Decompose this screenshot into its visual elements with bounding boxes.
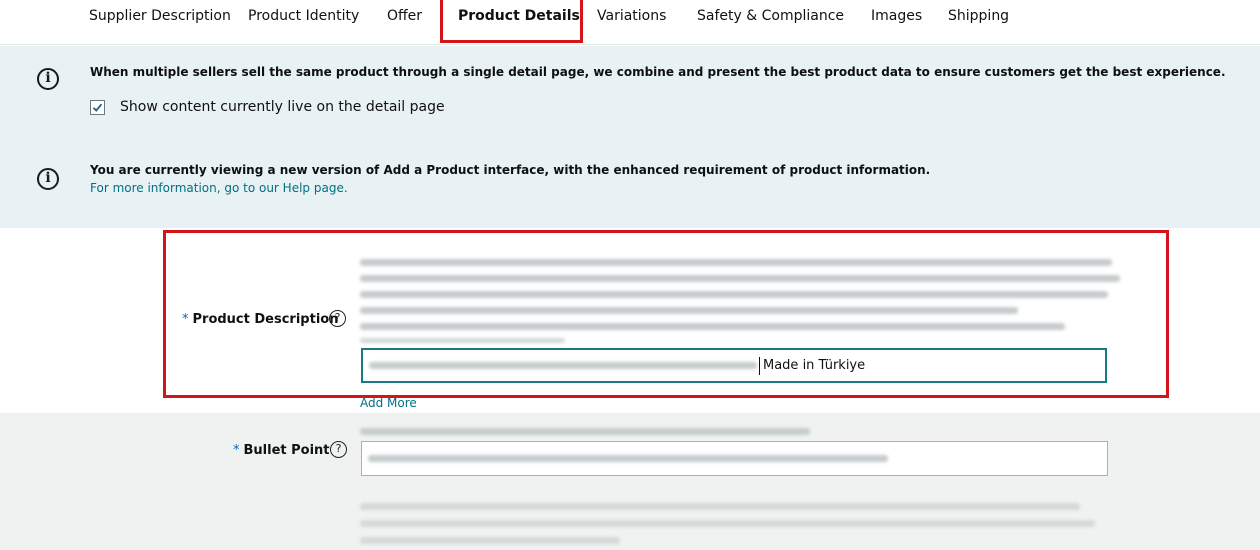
- bullet-point-label-text: Bullet Point: [243, 443, 330, 458]
- new-version-message: You are currently viewing a new version …: [90, 163, 931, 177]
- question-circle-icon[interactable]: ?: [330, 441, 347, 458]
- checkmark-icon: [92, 103, 103, 112]
- required-marker: *: [233, 443, 240, 458]
- tab-variations[interactable]: Variations: [597, 8, 666, 24]
- active-tab-highlight-box: [440, 0, 583, 43]
- tab-product-identity[interactable]: Product Identity: [248, 8, 359, 24]
- tab-bar: Supplier Description Product Identity Of…: [0, 0, 1260, 45]
- info-circle-icon: i: [37, 168, 59, 190]
- bullet-point-row: * Bullet Point ?: [0, 413, 1260, 550]
- tab-shipping[interactable]: Shipping: [948, 8, 1009, 24]
- redacted-text-line: [360, 503, 1080, 510]
- redacted-text-line: [360, 520, 1095, 527]
- redacted-text-line: [360, 537, 620, 544]
- add-more-link[interactable]: Add More: [360, 396, 417, 410]
- tab-supplier-description[interactable]: Supplier Description: [89, 8, 231, 24]
- tab-images[interactable]: Images: [871, 8, 922, 24]
- redacted-input-text: [368, 455, 888, 462]
- show-live-label[interactable]: Show content currently live on the detai…: [120, 99, 445, 115]
- info-circle-icon: i: [37, 68, 59, 90]
- tab-safety-compliance[interactable]: Safety & Compliance: [697, 8, 844, 24]
- combine-data-message: When multiple sellers sell the same prod…: [90, 65, 1226, 79]
- info-banner: i When multiple sellers sell the same pr…: [0, 46, 1260, 228]
- bullet-point-label: * Bullet Point: [233, 443, 330, 458]
- bullet-point-input[interactable]: [361, 441, 1108, 476]
- help-page-link[interactable]: For more information, go to our Help pag…: [90, 181, 348, 195]
- show-live-checkbox[interactable]: [90, 100, 105, 115]
- redacted-text-line: [360, 428, 810, 435]
- product-description-highlight-box: [163, 230, 1169, 398]
- tab-offer[interactable]: Offer: [387, 8, 422, 24]
